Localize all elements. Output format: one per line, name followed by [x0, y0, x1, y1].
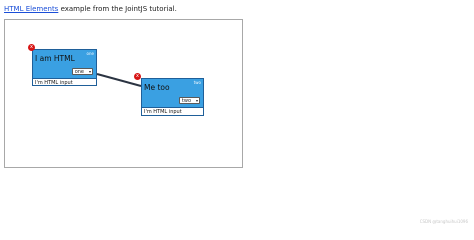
chevron-down-icon: ▾	[88, 69, 91, 74]
node-input[interactable]: I'm HTML input	[144, 109, 182, 115]
node-select-value: one	[74, 69, 84, 75]
node-tag: one	[86, 51, 94, 56]
html-element-node[interactable]: I am HTML one one ▾ I'm HTML input	[32, 49, 97, 86]
node-input[interactable]: I'm HTML input	[35, 80, 73, 86]
node-header: Me too two two ▾	[142, 79, 203, 108]
close-icon: x	[136, 73, 139, 79]
node-title: Me too	[144, 83, 170, 92]
node-header: I am HTML one one ▾	[33, 50, 96, 79]
html-elements-link[interactable]: HTML Elements	[4, 5, 58, 13]
node-select[interactable]: one ▾	[71, 68, 93, 75]
close-icon: x	[30, 44, 33, 50]
html-element-node[interactable]: Me too two two ▾ I'm HTML input	[141, 78, 204, 116]
watermark: CSDN @tanghuihui1096	[419, 219, 468, 224]
node-select-value: two	[181, 98, 191, 104]
intro-description: example from the JointJS tutorial.	[58, 5, 177, 13]
delete-node-button[interactable]: x	[134, 73, 141, 80]
node-select[interactable]: two ▾	[178, 97, 200, 104]
delete-node-button[interactable]: x	[28, 44, 35, 51]
node-tag: two	[193, 80, 201, 85]
chevron-down-icon: ▾	[195, 98, 198, 103]
node-title: I am HTML	[35, 54, 75, 63]
intro-text: HTML Elements example from the JointJS t…	[4, 5, 177, 13]
diagram-paper[interactable]	[4, 19, 243, 168]
